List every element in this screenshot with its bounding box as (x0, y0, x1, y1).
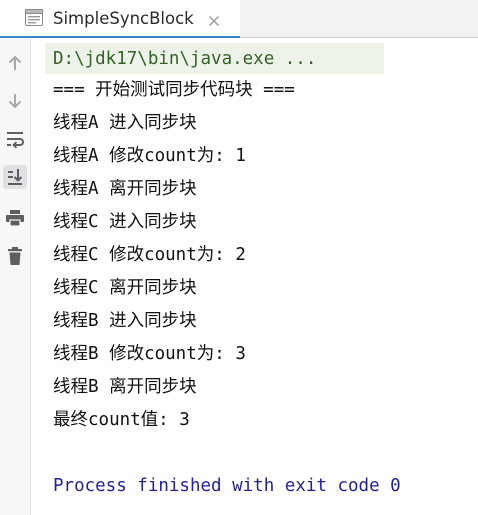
close-icon[interactable] (208, 12, 220, 26)
console-output[interactable]: D:\jdk17\bin\java.exe ... === 开始测试同步代码块 … (31, 38, 478, 515)
output-line: 线程B 进入同步块 (53, 311, 197, 331)
tab-bar: SimpleSyncBlock (0, 0, 478, 39)
output-line: 线程A 进入同步块 (53, 113, 197, 133)
tab-simplesyncblock[interactable]: SimpleSyncBlock (0, 0, 240, 39)
output-line: 最终count值: 3 (53, 410, 190, 430)
output-line: 线程C 进入同步块 (53, 212, 197, 232)
output-line: 线程B 离开同步块 (53, 377, 197, 397)
output-line: 线程A 修改count为: 1 (53, 146, 246, 166)
print-icon[interactable] (3, 206, 27, 230)
output-line: 线程C 离开同步块 (53, 278, 197, 298)
command-line[interactable]: D:\jdk17\bin\java.exe ... (53, 46, 316, 72)
clear-all-icon[interactable] (3, 244, 27, 268)
console-tab-icon (25, 9, 43, 26)
run-console-window: SimpleSyncBlock D:\jdk17\bin\java.exe ..… (0, 0, 478, 515)
output-line: === 开始测试同步代码块 === (53, 80, 295, 100)
output-line: 线程C 修改count为: 2 (53, 245, 246, 265)
console-toolbar (0, 38, 31, 515)
output-line: 线程A 离开同步块 (53, 179, 197, 199)
tab-title: SimpleSyncBlock (53, 9, 194, 28)
scroll-to-end-icon[interactable] (3, 165, 27, 189)
rerun-down-icon[interactable] (3, 89, 27, 113)
output-line: 线程B 修改count为: 3 (53, 344, 246, 364)
rerun-up-icon[interactable] (3, 51, 27, 75)
soft-wrap-icon[interactable] (3, 127, 27, 151)
exit-message: Process finished with exit code 0 (53, 476, 401, 496)
